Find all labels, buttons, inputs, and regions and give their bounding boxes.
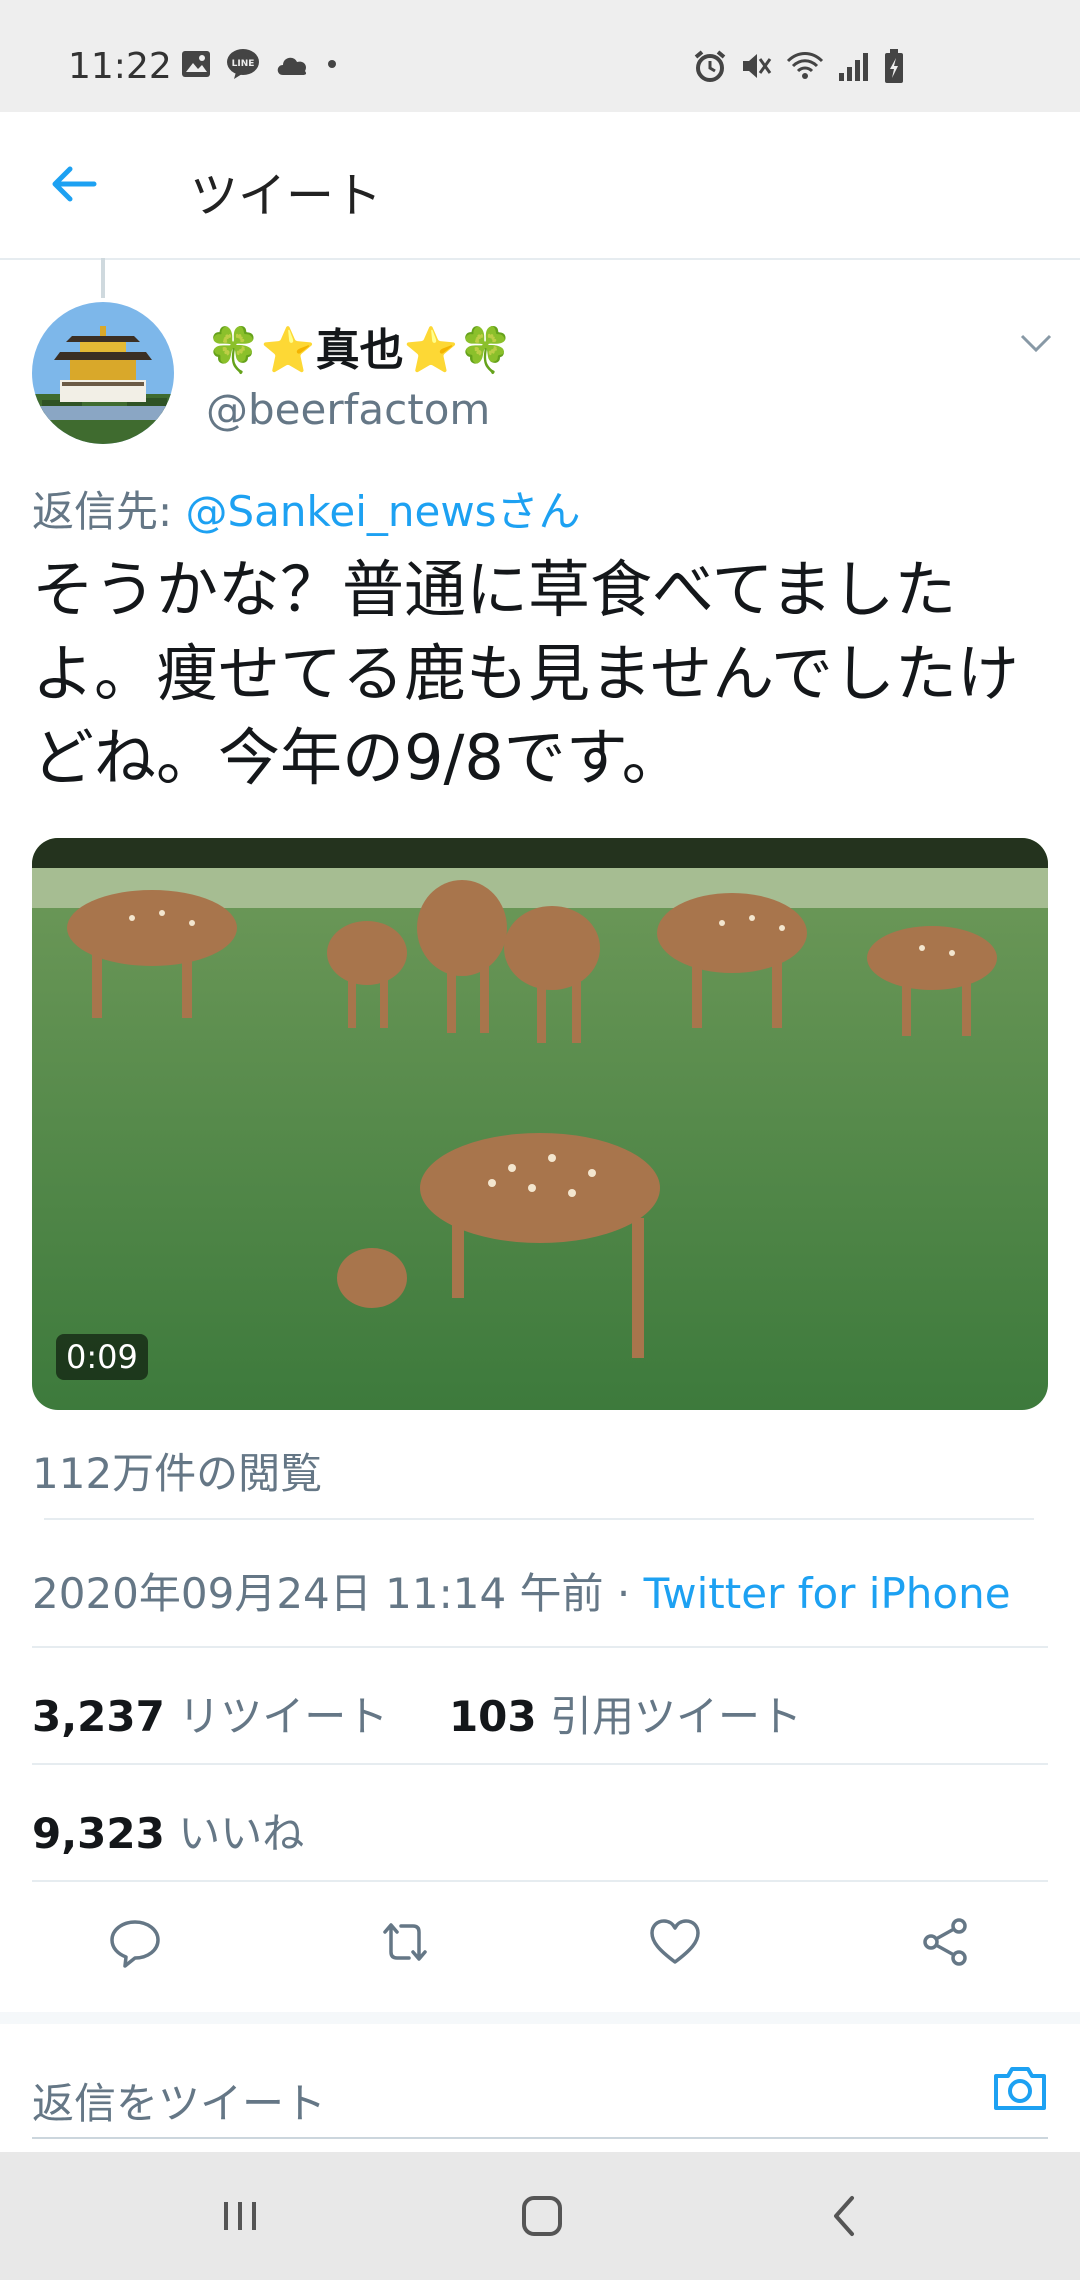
camera-icon[interactable] — [990, 2058, 1050, 2118]
cloud-icon — [277, 57, 307, 75]
likes-label: いいね — [164, 1809, 305, 1858]
wifi-icon — [786, 52, 824, 79]
video-thumbnail — [32, 838, 1048, 1410]
home-icon[interactable] — [512, 2190, 572, 2242]
retweet-icon[interactable] — [377, 1914, 433, 1970]
video-player[interactable]: 0:09 — [32, 838, 1048, 1410]
mute-icon — [743, 54, 772, 78]
quotes-link[interactable]: 103 引用ツイート — [449, 1692, 802, 1741]
quotes-count: 103 — [448, 1692, 537, 1741]
system-nav-bar — [0, 2152, 1080, 2280]
signal-icon — [839, 53, 868, 81]
divider — [44, 1518, 1034, 1520]
chevron-down-icon[interactable] — [1016, 328, 1056, 358]
image-icon — [182, 51, 210, 77]
reply-to-link[interactable]: @Sankei_newsさん — [186, 487, 581, 536]
tweet-metadata: 2020年09月24日 11:14 午前 · Twitter for iPhon… — [32, 1560, 1011, 1621]
likes-count: 9,323 — [32, 1809, 165, 1858]
meta-separator: · — [603, 1569, 644, 1618]
display-name[interactable]: 🍀⭐真也⭐🍀 — [206, 314, 513, 378]
alarm-icon — [694, 50, 726, 82]
user-handle[interactable]: @beerfactom — [206, 385, 490, 434]
divider — [32, 1646, 1048, 1648]
reply-input[interactable]: 返信をツイート — [32, 2070, 326, 2131]
notification-icons: LINE — [180, 48, 340, 80]
line-icon: LINE — [227, 49, 259, 79]
svg-text:LINE: LINE — [232, 59, 255, 69]
retweets-link[interactable]: 3,237 リツイート — [32, 1692, 388, 1741]
status-time: 11:22 — [68, 46, 172, 87]
thread-connector — [101, 258, 105, 298]
battery-charging-icon — [885, 49, 903, 83]
reply-composer[interactable]: 返信をツイート — [0, 2012, 1080, 2162]
view-count: 112万件の閲覧 — [32, 1449, 323, 1498]
recents-icon[interactable] — [210, 2190, 270, 2242]
arrow-left-icon[interactable] — [44, 154, 104, 214]
likes-link[interactable]: 9,323 いいね — [32, 1800, 304, 1861]
source-link[interactable]: Twitter for iPhone — [644, 1569, 1011, 1618]
tweet-text: そうかな？普通に草食べてましたよ。痩せてる鹿も見ませんでしたけどね。今年の9/8… — [32, 553, 1020, 794]
avatar[interactable] — [32, 302, 174, 444]
reply-context: 返信先: @Sankei_newsさん — [32, 478, 581, 539]
timestamp: 2020年09月24日 11:14 午前 — [32, 1569, 604, 1618]
system-icons — [693, 48, 905, 84]
top-app-bar: ツイート — [0, 112, 1080, 260]
reply-underline — [32, 2137, 1048, 2139]
divider — [32, 1763, 1048, 1765]
status-bar: 11:22 LINE — [0, 0, 1080, 112]
quotes-label: 引用ツイート — [536, 1692, 802, 1741]
dot-icon — [328, 60, 336, 68]
like-icon[interactable] — [647, 1914, 703, 1970]
reply-icon[interactable] — [107, 1914, 163, 1970]
retweets-label: リツイート — [164, 1692, 389, 1741]
back-icon[interactable] — [814, 2190, 874, 2242]
page-title: ツイート — [190, 168, 383, 224]
reply-prefix: 返信先: — [32, 487, 186, 536]
action-bar — [0, 1880, 1080, 2010]
share-icon[interactable] — [917, 1914, 973, 1970]
video-duration: 0:09 — [56, 1334, 148, 1380]
retweet-stats: 3,237 リツイート 103 引用ツイート — [32, 1683, 802, 1744]
retweets-count: 3,237 — [32, 1692, 165, 1741]
